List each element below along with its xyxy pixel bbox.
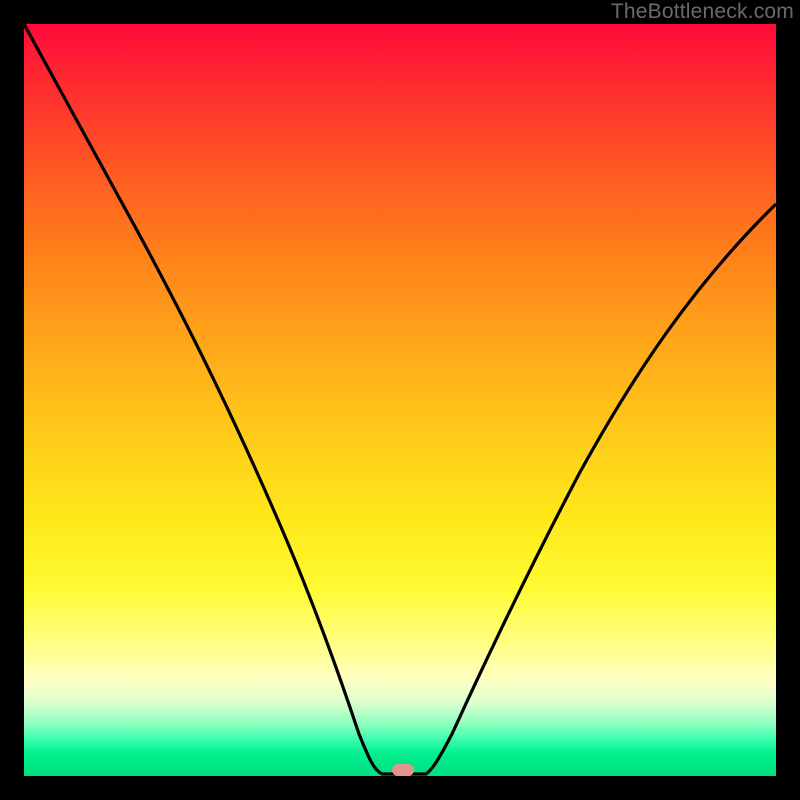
bottleneck-curve <box>24 24 776 776</box>
curve-path <box>24 24 776 774</box>
optimal-marker <box>392 764 414 776</box>
plot-area <box>24 24 776 776</box>
chart-frame: TheBottleneck.com <box>0 0 800 800</box>
watermark-text: TheBottleneck.com <box>611 0 794 24</box>
